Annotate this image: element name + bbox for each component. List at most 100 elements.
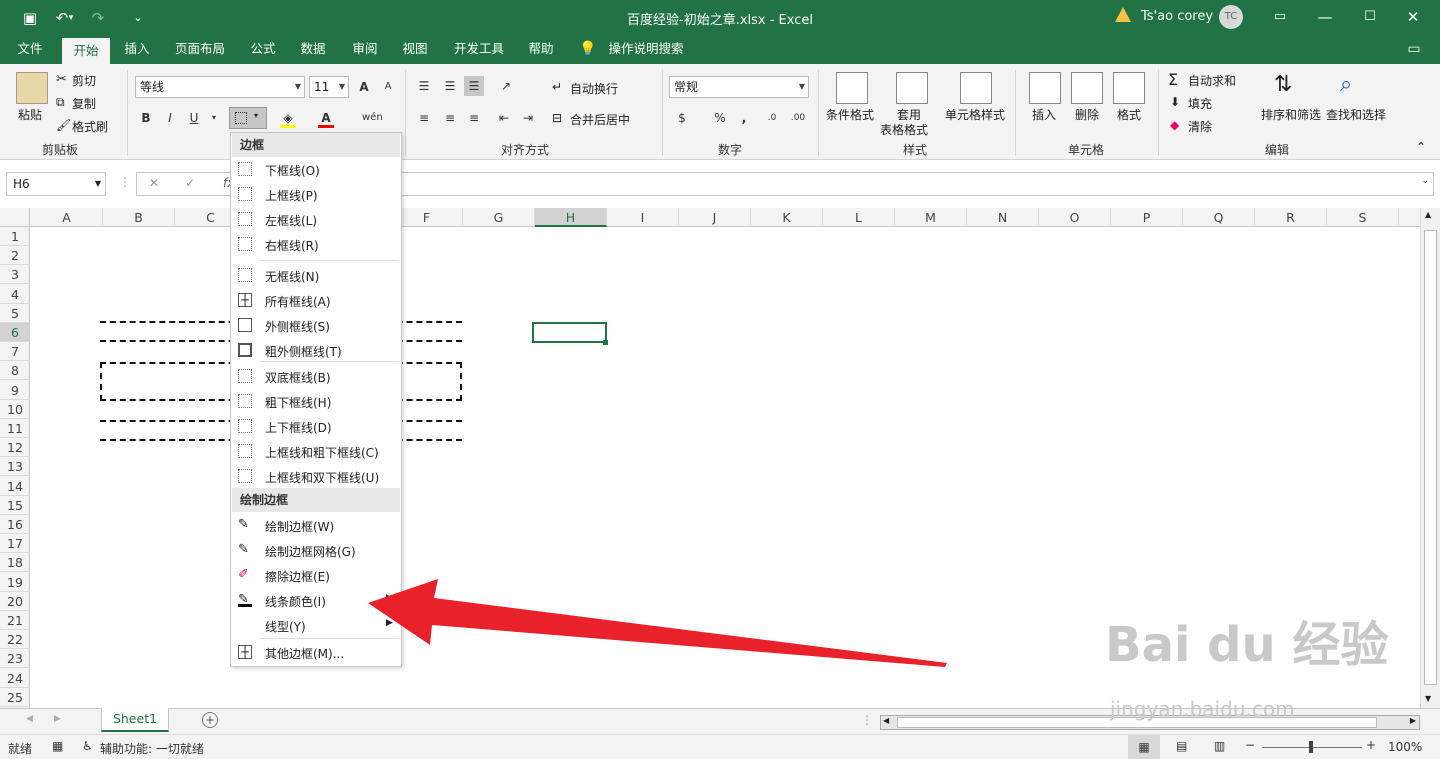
row-header-19[interactable]: 19 (0, 573, 30, 592)
percent-button[interactable]: % (710, 108, 730, 128)
row-header-18[interactable]: 18 (0, 553, 30, 573)
column-header-m[interactable]: M (895, 208, 967, 227)
tab-home[interactable]: 开始 (62, 36, 110, 64)
grow-font-button[interactable]: A (354, 77, 374, 97)
format-cells-button[interactable]: 格式 (1117, 106, 1141, 123)
user-name[interactable]: Ts'ao corey (1141, 9, 1213, 24)
page-break-view-icon[interactable]: ▥ (1214, 739, 1225, 753)
row-header-8[interactable]: 8 (0, 361, 30, 381)
menu-item-items4-3[interactable]: ✎ 线条颜色(I) ▶ (232, 588, 400, 613)
column-header-o[interactable]: O (1039, 208, 1111, 227)
row-header-4[interactable]: 4 (0, 285, 30, 304)
warning-icon[interactable] (1115, 7, 1131, 22)
insert-cells-icon[interactable] (1029, 72, 1061, 104)
phonetic-icon[interactable]: wén (362, 108, 383, 128)
comments-icon[interactable]: ▭ (1402, 36, 1426, 64)
tab-view[interactable]: 视图 (394, 36, 436, 64)
chevron-down-icon[interactable]: ▾ (204, 108, 224, 128)
menu-item-items2-1[interactable]: ┼ 所有框线(A) (232, 288, 400, 313)
row-header-13[interactable]: 13 (0, 457, 30, 477)
menu-item-items2-0[interactable]: 无框线(N) (232, 263, 400, 288)
row-header-3[interactable]: 3 (0, 265, 30, 285)
find-select-button[interactable]: 查找和选择 (1326, 106, 1386, 123)
name-box[interactable]: H6 ▼ (6, 172, 106, 196)
zoom-in-icon[interactable]: + (1366, 738, 1376, 752)
menu-item-items3-1[interactable]: 粗下框线(H) (232, 389, 400, 414)
clear-button[interactable]: 清除 (1188, 118, 1212, 135)
close-icon[interactable]: ✕ (1393, 5, 1433, 29)
font-name-select[interactable]: 等线 ▼ (135, 76, 305, 98)
autosum-button[interactable]: 自动求和 (1188, 72, 1236, 89)
tab-data[interactable]: 数据 (292, 36, 334, 64)
number-format-select[interactable]: 常规 ▼ (669, 76, 809, 98)
cancel-icon[interactable]: ✕ (149, 176, 159, 190)
column-header-a[interactable]: A (31, 208, 103, 227)
format-table-icon[interactable] (896, 72, 928, 104)
currency-icon[interactable]: $ (672, 108, 692, 128)
prev-sheet-icon[interactable]: ◀ (26, 714, 33, 724)
accessibility-status[interactable]: 辅助功能: 一切就绪 (100, 740, 204, 757)
insert-cells-button[interactable]: 插入 (1032, 106, 1056, 123)
conditional-format-icon[interactable] (836, 72, 868, 104)
shrink-font-button[interactable]: A (378, 77, 398, 97)
row-header-25[interactable]: 25 (0, 688, 30, 707)
next-sheet-icon[interactable]: ▶ (54, 714, 61, 724)
macro-record-icon[interactable]: ▦ (52, 739, 63, 753)
menu-item-items3-0[interactable]: 双底框线(B) (232, 364, 400, 389)
wrap-text-button[interactable]: 自动换行 (570, 80, 618, 97)
bold-button[interactable]: B (136, 108, 156, 128)
row-header-17[interactable]: 17 (0, 534, 30, 554)
menu-item-items4-1[interactable]: ✎ 绘制边框网格(G) (232, 538, 400, 563)
menu-item-items3-3[interactable]: 上框线和粗下框线(C) (232, 439, 400, 464)
borders-button[interactable]: ▾ (229, 107, 267, 129)
column-header-b[interactable]: B (103, 208, 175, 227)
menu-item-items4-2[interactable]: ✐ 擦除边框(E) (232, 563, 400, 588)
row-header-7[interactable]: 7 (0, 342, 30, 362)
tab-review[interactable]: 审阅 (344, 36, 386, 64)
row-header-23[interactable]: 23 (0, 649, 30, 669)
underline-button[interactable]: U (184, 108, 204, 128)
row-header-15[interactable]: 15 (0, 496, 30, 515)
menu-item-items4-4[interactable]: 线型(Y) ▶ (232, 613, 400, 638)
scroll-thumb[interactable] (1424, 230, 1437, 685)
fill-button[interactable]: 填充 (1188, 95, 1212, 112)
top-align-icon[interactable]: ☰ (414, 76, 434, 96)
row-header-16[interactable]: 16 (0, 515, 30, 534)
menu-item-items4-0[interactable]: ✎ 绘制边框(W) (232, 513, 400, 538)
column-header-i[interactable]: I (607, 208, 679, 227)
column-header-r[interactable]: R (1255, 208, 1327, 227)
column-header-h[interactable]: H (535, 208, 607, 227)
menu-item-items5-0[interactable]: ┼ 其他边框(M)... (232, 640, 400, 665)
delete-cells-button[interactable]: 删除 (1075, 106, 1099, 123)
tab-page-layout[interactable]: 页面布局 (170, 36, 230, 64)
tab-developer[interactable]: 开发工具 (448, 36, 510, 64)
selected-cell-h6[interactable] (532, 322, 607, 343)
tab-formulas[interactable]: 公式 (242, 36, 284, 64)
zoom-out-icon[interactable]: − (1245, 738, 1255, 752)
font-size-select[interactable]: 11 ▼ (309, 76, 349, 98)
column-header-n[interactable]: N (967, 208, 1039, 227)
cut-button[interactable]: 剪切 (72, 72, 96, 89)
scroll-down-icon[interactable]: ▼ (1425, 694, 1431, 703)
scroll-up-icon[interactable]: ▲ (1425, 210, 1431, 219)
zoom-level[interactable]: 100% (1388, 740, 1422, 754)
tab-insert[interactable]: 插入 (116, 36, 158, 64)
vertical-scrollbar[interactable]: ▲ ▼ (1420, 208, 1440, 708)
row-header-10[interactable]: 10 (0, 400, 30, 419)
avatar[interactable]: TC (1219, 5, 1243, 29)
menu-item-items1-2[interactable]: 左框线(L) (232, 207, 400, 232)
row-header-22[interactable]: 22 (0, 630, 30, 650)
align-right-icon[interactable]: ≡ (464, 108, 484, 128)
decrease-indent-icon[interactable]: ⇤ (494, 108, 514, 128)
delete-cells-icon[interactable] (1071, 72, 1103, 104)
column-header-p[interactable]: P (1111, 208, 1183, 227)
italic-button[interactable]: I (160, 108, 180, 128)
row-header-14[interactable]: 14 (0, 477, 30, 496)
row-header-20[interactable]: 20 (0, 592, 30, 611)
sort-filter-icon[interactable]: ⇅ (1274, 72, 1306, 104)
menu-item-items3-4[interactable]: 上框线和双下框线(U) (232, 464, 400, 489)
scroll-right-icon[interactable]: ▶ (1410, 716, 1416, 725)
enter-icon[interactable]: ✓ (185, 176, 195, 190)
menu-item-items1-0[interactable]: 下框线(O) (232, 157, 400, 182)
row-header-2[interactable]: 2 (0, 246, 30, 266)
